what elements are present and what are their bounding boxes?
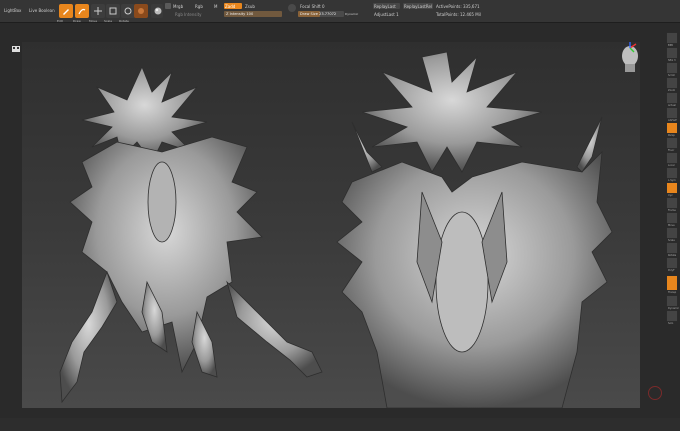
replay-last-rel-button[interactable]: ReplayLastRel [403,3,433,9]
rgb-intensity-label[interactable]: Rgb Intensity [175,12,202,17]
zsub-label[interactable]: Zsub [245,4,255,9]
focal-icon [288,4,296,12]
xyz-button[interactable]: Xyz [666,182,678,197]
aahalf-button[interactable]: AAHalf [666,107,678,122]
move-icon [94,7,102,15]
move-button[interactable]: Move [89,4,105,23]
transp-button[interactable]: Transp [666,275,678,294]
edit-button[interactable]: Edit [57,4,73,23]
zadd-toggle[interactable]: Zadd [224,3,242,9]
bpr-button[interactable]: BPR [666,32,678,47]
draw-button[interactable]: Draw [73,4,89,23]
actual-button[interactable]: Actual [666,92,678,107]
lightbox-icon[interactable] [12,37,20,52]
edit-icon [63,9,69,15]
solo-button[interactable]: Solo [666,310,678,325]
tab-lightbox[interactable]: LightBox [4,8,21,13]
persp-button[interactable]: Persp [666,122,678,137]
frame-button[interactable]: Frame [666,197,678,212]
rotate-view-button[interactable]: Rotate [666,242,678,257]
scale-button[interactable]: Scale [104,4,120,23]
right-shelf: BPR SPix 3 Scroll Zoom Actual AAHalf Per… [664,30,679,410]
record-indicator [648,386,662,400]
mrgb-toggle[interactable] [165,3,171,9]
dynamic-toggle[interactable]: Dynamic [345,12,358,17]
total-points-label: TotalPoints: 12.465 Mil [436,12,481,17]
move-view-button[interactable]: Move [666,212,678,227]
spix-button[interactable]: SPix 3 [666,47,678,62]
zoom-button[interactable]: Zoom [666,77,678,92]
floor-button[interactable]: Floor [666,137,678,152]
rotate-button[interactable]: Rotate [119,4,135,23]
brush-thumbnail[interactable] [134,4,148,18]
lsym-button[interactable]: L.Sym [666,167,678,182]
creature-right-view [336,51,613,408]
mrgb-label[interactable]: Mrgb [173,4,183,9]
scroll-button[interactable]: Scroll [666,62,678,77]
head-navigator-icon [622,46,638,72]
canvas-viewport[interactable] [22,42,640,408]
adjust-last-slider[interactable]: AdjustLast 1 [374,12,399,17]
local-button[interactable]: Local [666,152,678,167]
bottom-shelf [0,418,680,431]
focal-shift-slider[interactable]: Focal Shift 0 [300,4,325,9]
rotate-icon [124,7,132,15]
rgb-label[interactable]: Rgb [195,4,203,9]
draw-icon [78,8,86,15]
material-sphere-icon [154,7,162,15]
tab-live-boolean[interactable]: Live Boolean [29,8,55,13]
creature-left-view [59,65,323,404]
draw-size-slider[interactable]: Draw Size 23.77072 [298,11,344,17]
m-label[interactable]: M [214,4,217,9]
scale-icon [109,7,117,15]
top-toolbar: LightBox Live Boolean Edit Draw Move Sca… [0,0,680,23]
polyf-button[interactable]: PolyF [666,257,678,272]
dynamic-button[interactable]: Dynamic [666,295,679,310]
z-intensity-slider[interactable]: Z Intensity 100 [224,11,282,17]
creature-sculpt-render [59,42,638,408]
active-points-label: ActivePoints: 335,671 [436,4,480,9]
replay-last-button[interactable]: ReplayLast [373,3,400,9]
material-sphere[interactable] [151,4,163,18]
scale-view-button[interactable]: Scale [666,227,678,242]
